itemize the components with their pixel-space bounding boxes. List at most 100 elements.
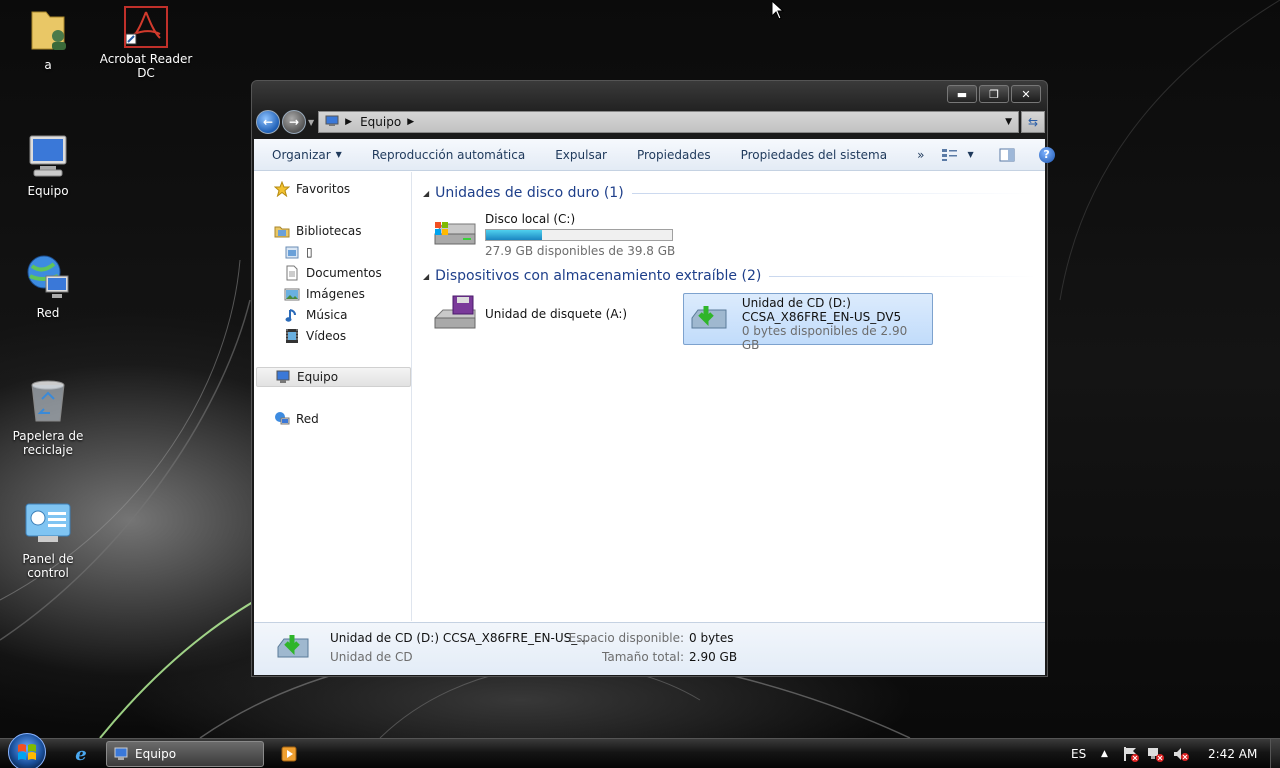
network-status-icon[interactable] (1147, 739, 1165, 768)
forward-button[interactable]: → (282, 110, 306, 134)
start-button[interactable] (8, 733, 46, 768)
change-view-button[interactable] (939, 145, 961, 165)
cd-drive-icon (276, 631, 312, 666)
back-button[interactable]: ← (256, 110, 280, 134)
details-type: Unidad de CD (330, 650, 413, 664)
nav-item-label: Bibliotecas (296, 224, 362, 238)
collapse-triangle-icon[interactable]: ◢ (423, 272, 429, 281)
drive-name: Disco local (C:) (485, 212, 576, 226)
more-commands-button[interactable]: » (902, 139, 939, 171)
system-properties-button[interactable]: Propiedades del sistema (726, 139, 903, 171)
nav-item-computer[interactable]: Equipo (256, 367, 411, 387)
details-total-label: Tamaño total: (602, 650, 684, 664)
action-center-icon[interactable] (1122, 739, 1140, 768)
nav-item-videos[interactable]: Vídeos (284, 326, 346, 346)
address-bar[interactable]: ▶ Equipo ▶ ▼ (318, 111, 1019, 133)
collapse-triangle-icon[interactable]: ◢ (423, 189, 429, 198)
organize-button[interactable]: Organizar ▼ (254, 139, 357, 171)
preview-pane-icon (999, 148, 1015, 161)
nav-item-images[interactable]: Imágenes (284, 284, 365, 304)
documents-icon (284, 265, 300, 281)
details-pane: Unidad de CD (D:) CCSA_X86FRE_EN-US_... … (254, 622, 1045, 675)
media-player-icon (281, 746, 297, 762)
help-button[interactable]: ? (1036, 145, 1058, 165)
maximize-button[interactable]: ❐ (979, 85, 1009, 103)
desktop-icon-label: Equipo (27, 184, 69, 198)
taskbar: e Equipo ES ▲ 2:42 AM (0, 733, 1280, 768)
group-title: Dispositivos con almacenamiento extraíbl… (435, 268, 762, 284)
show-desktop-button[interactable] (1270, 739, 1280, 768)
nav-item-documents[interactable]: Documentos (284, 263, 382, 283)
eject-button[interactable]: Expulsar (540, 139, 622, 171)
nav-item-music[interactable]: Música (284, 305, 348, 325)
nav-item-label: Favoritos (296, 182, 351, 196)
group-divider (769, 275, 1035, 277)
details-title: Unidad de CD (D:) CCSA_X86FRE_EN-US_... (330, 631, 589, 645)
taskbar-button-explorer[interactable]: Equipo (106, 741, 264, 767)
refresh-button[interactable]: ⇆ (1021, 111, 1045, 133)
breadcrumb-computer[interactable]: Equipo (360, 115, 401, 129)
details-total-value: 2.90 GB (689, 650, 738, 664)
group-divider (631, 192, 1035, 194)
desktop-icon-computer[interactable]: Equipo (0, 132, 96, 198)
network-icon (24, 254, 72, 302)
hard-disk-icon (431, 212, 479, 252)
recent-pages-dropdown[interactable]: ▼ (308, 118, 314, 127)
computer-icon (275, 369, 291, 385)
computer-icon (114, 747, 128, 760)
internet-explorer-icon: e (75, 743, 87, 765)
drive-a[interactable]: Unidad de disquete (A:) (431, 294, 627, 334)
properties-button[interactable]: Propiedades (622, 139, 726, 171)
disk-usage-fill (486, 230, 542, 240)
desktop-icon-acrobat[interactable]: Acrobat Reader DC (98, 6, 194, 80)
nav-item-label: Red (296, 412, 319, 426)
address-dropdown-icon[interactable]: ▼ (1005, 117, 1012, 127)
group-title: Unidades de disco duro (1) (435, 185, 624, 201)
nav-item-label: Vídeos (306, 329, 347, 343)
internet-explorer-button[interactable]: e (70, 743, 92, 765)
navigation-bar: ← → ▼ ▶ Equipo ▶ ▼ ⇆ (256, 109, 1045, 135)
preview-pane-button[interactable] (996, 145, 1018, 165)
arrow-right-icon: → (288, 115, 300, 129)
nav-item-favorites[interactable]: Favoritos (274, 179, 350, 199)
close-button[interactable]: ✕ (1011, 85, 1041, 103)
minimize-button[interactable]: ▬ (947, 85, 977, 103)
nav-item-label: Documentos (306, 266, 382, 280)
view-options-icon (942, 148, 958, 161)
language-indicator[interactable]: ES (1071, 739, 1086, 768)
desktop-icon-recycle-bin[interactable]: Papelera de reciclaje (0, 377, 96, 457)
volume-muted-icon[interactable] (1172, 739, 1190, 768)
computer-icon (325, 115, 339, 130)
nav-item-library-unnamed[interactable]: ▯ (284, 242, 313, 262)
images-icon (284, 286, 300, 302)
desktop-icon-user-folder[interactable]: a (0, 6, 96, 72)
media-player-button[interactable] (278, 743, 300, 765)
system-clock[interactable]: 2:42 AM (1208, 739, 1257, 768)
group-hard-disks[interactable]: ◢ Unidades de disco duro (1) (423, 185, 1035, 201)
acrobat-reader-icon (124, 6, 168, 48)
nav-item-network[interactable]: Red (274, 409, 319, 429)
user-folder-icon (24, 6, 72, 54)
drive-d[interactable]: Unidad de CD (D:) CCSA_X86FRE_EN-US_DV5 … (683, 293, 933, 352)
desktop-icon-network[interactable]: Red (0, 254, 96, 320)
autoplay-button[interactable]: Reproducción automática (357, 139, 540, 171)
mouse-cursor-icon (771, 0, 785, 20)
desktop-icon-label: Red (36, 306, 60, 320)
network-icon (274, 411, 290, 427)
view-dropdown-icon[interactable]: ▼ (967, 150, 973, 159)
desktop-icon-control-panel[interactable]: Panel de control (0, 500, 96, 580)
nav-item-libraries[interactable]: Bibliotecas (274, 221, 361, 241)
details-free-value: 0 bytes (689, 631, 734, 645)
details-free-label: Espacio disponible: (568, 631, 684, 645)
breadcrumb-chevron-icon[interactable]: ▶ (345, 117, 352, 127)
drive-c[interactable]: Disco local (C:) 27.9 GB disponibles de … (431, 212, 675, 258)
drive-name: Unidad de disquete (A:) (485, 307, 628, 321)
help-icon: ? (1038, 146, 1055, 163)
group-removable[interactable]: ◢ Dispositivos con almacenamiento extraí… (423, 268, 1035, 284)
breadcrumb-chevron-icon[interactable]: ▶ (407, 117, 414, 127)
drive-free-space: 0 bytes disponibles de 2.90 GB (741, 324, 908, 352)
music-icon (284, 307, 300, 323)
show-hidden-icons-button[interactable]: ▲ (1101, 739, 1108, 768)
explorer-window[interactable]: ▬ ❐ ✕ ← → ▼ ▶ Equipo ▶ ▼ ⇆ Organizar ▼ R… (251, 80, 1055, 677)
nav-item-label: ▯ (306, 245, 313, 259)
